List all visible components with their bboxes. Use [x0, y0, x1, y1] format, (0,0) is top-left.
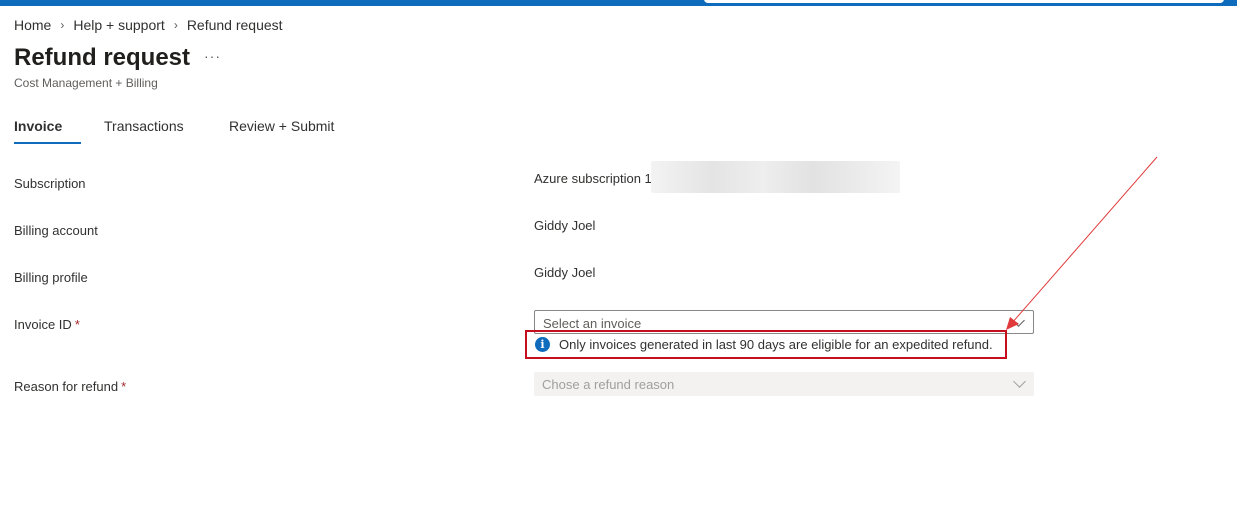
- annotation-arrow: [1006, 156, 1158, 330]
- annotation-arrow-line: [1011, 156, 1158, 324]
- annotation-arrow-head: [1006, 317, 1019, 330]
